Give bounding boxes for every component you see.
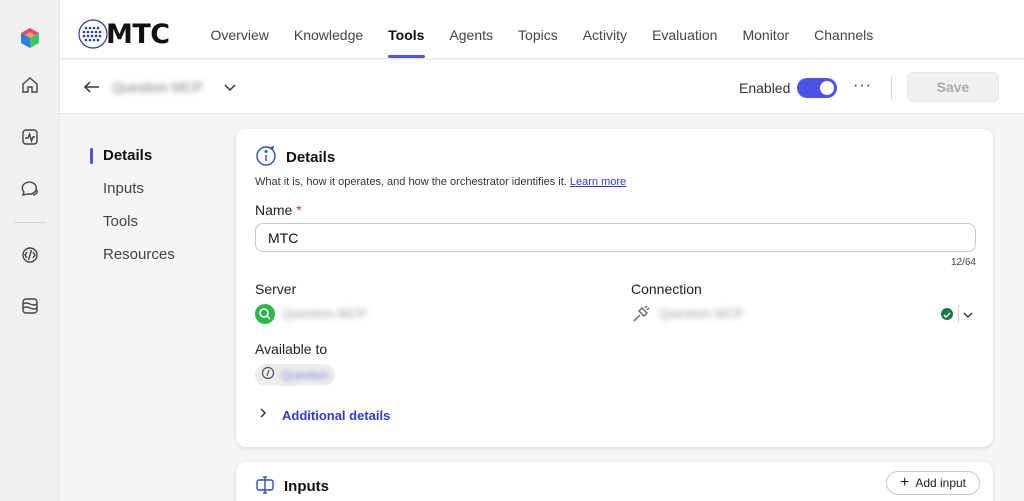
additional-details-toggle[interactable]: Additional details bbox=[258, 406, 390, 424]
activity-icon[interactable] bbox=[18, 125, 42, 149]
nav-tabs: Overview Knowledge Tools Agents Topics A… bbox=[198, 0, 886, 59]
more-options-icon[interactable]: ··· bbox=[853, 77, 872, 95]
back-arrow-icon[interactable] bbox=[82, 78, 102, 96]
tab-agents[interactable]: Agents bbox=[437, 0, 506, 59]
save-button[interactable]: Save bbox=[907, 72, 999, 102]
details-description: What it is, how it operates, and how the… bbox=[255, 176, 626, 188]
available-to-chip-label: Question bbox=[281, 368, 330, 382]
enabled-toggle[interactable] bbox=[797, 78, 837, 98]
details-title: Details bbox=[286, 149, 336, 166]
brand-logo[interactable]: MTC bbox=[78, 16, 170, 52]
name-input[interactable] bbox=[255, 223, 976, 252]
learn-more-link[interactable]: Learn more bbox=[570, 176, 626, 188]
chat-icon[interactable] bbox=[18, 176, 42, 200]
tab-topics[interactable]: Topics bbox=[506, 0, 571, 59]
home-icon[interactable] bbox=[18, 73, 42, 97]
inputs-title: Inputs bbox=[284, 478, 329, 495]
section-nav-details[interactable]: Details bbox=[90, 145, 175, 178]
plus-icon: + bbox=[899, 474, 910, 491]
tab-overview[interactable]: Overview bbox=[198, 0, 281, 59]
header-divider bbox=[891, 77, 892, 99]
toggle-knob bbox=[820, 81, 834, 95]
tab-evaluation[interactable]: Evaluation bbox=[640, 0, 730, 59]
connection-label: Connection bbox=[631, 281, 702, 297]
section-nav: Details Inputs Tools Resources bbox=[90, 145, 175, 277]
name-char-count: 12/64 bbox=[950, 257, 976, 268]
info-icon bbox=[255, 145, 277, 167]
server-icon bbox=[255, 304, 275, 324]
available-to-label: Available to bbox=[255, 341, 328, 357]
details-description-text: What it is, how it operates, and how the… bbox=[255, 176, 567, 188]
available-to-chip[interactable]: Question bbox=[255, 364, 335, 386]
chevron-down-icon[interactable] bbox=[223, 80, 237, 94]
details-card: Details What it is, how it operates, and… bbox=[236, 129, 993, 447]
section-nav-tools[interactable]: Tools bbox=[90, 211, 175, 244]
add-input-button[interactable]: + Add input bbox=[886, 471, 980, 495]
section-nav-resources[interactable]: Resources bbox=[90, 244, 175, 277]
mtc-globe-icon bbox=[78, 19, 108, 49]
tab-activity[interactable]: Activity bbox=[570, 0, 639, 59]
connection-divider bbox=[958, 305, 959, 323]
agent-code-icon bbox=[261, 366, 275, 385]
tool-header-bar: Question MCP Enabled ··· Save bbox=[60, 60, 1024, 114]
code-icon[interactable] bbox=[18, 243, 42, 267]
connection-chevron-down-icon[interactable] bbox=[962, 308, 974, 320]
rail-divider bbox=[14, 222, 46, 223]
copilot-studio-logo-icon[interactable] bbox=[18, 26, 42, 50]
section-nav-inputs[interactable]: Inputs bbox=[90, 178, 175, 211]
brand-logo-text: MTC bbox=[106, 18, 170, 50]
server-name: Question MCP bbox=[282, 306, 367, 321]
name-label-text: Name bbox=[255, 202, 293, 218]
tab-channels[interactable]: Channels bbox=[802, 0, 886, 59]
chevron-right-icon bbox=[258, 406, 268, 424]
inputs-icon bbox=[255, 475, 275, 495]
additional-details-label: Additional details bbox=[282, 407, 391, 423]
add-input-label: Add input bbox=[915, 476, 967, 490]
top-navigation-bar: MTC Overview Knowledge Tools Agents Topi… bbox=[60, 0, 1024, 59]
connection-status-icon bbox=[941, 308, 953, 320]
required-marker: * bbox=[296, 202, 302, 218]
inputs-card: Inputs + Add input bbox=[236, 462, 993, 501]
tab-tools[interactable]: Tools bbox=[376, 0, 437, 59]
name-label: Name * bbox=[255, 202, 302, 218]
connection-name: Question MCP bbox=[659, 306, 744, 321]
server-label: Server bbox=[255, 281, 297, 297]
tool-name-title[interactable]: Question MCP bbox=[112, 79, 203, 95]
plug-icon bbox=[631, 304, 651, 324]
tab-monitor[interactable]: Monitor bbox=[730, 0, 802, 59]
tab-knowledge[interactable]: Knowledge bbox=[281, 0, 375, 59]
enabled-label: Enabled bbox=[739, 80, 791, 96]
waves-icon[interactable] bbox=[18, 294, 42, 318]
left-rail bbox=[0, 0, 60, 501]
